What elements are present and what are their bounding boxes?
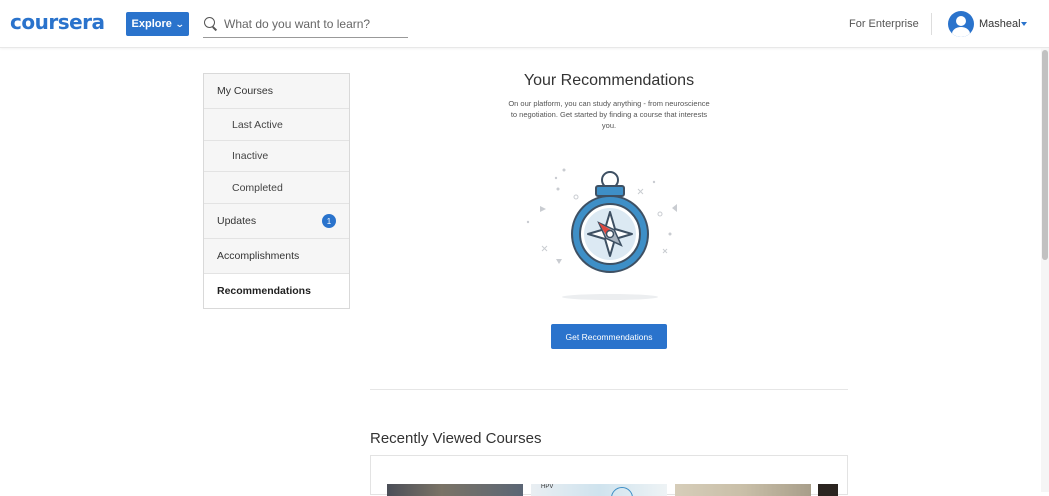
page-title: Your Recommendations	[523, 72, 695, 89]
explore-label: Explore	[131, 18, 172, 30]
avatar-icon[interactable]	[948, 11, 974, 37]
updates-count-badge: 1	[322, 214, 336, 228]
compass-icon	[526, 168, 677, 300]
page-description: On our platform, you can study anything …	[508, 99, 710, 130]
chevron-down-icon: ⌄	[174, 18, 185, 29]
course-thumbnail[interactable]	[818, 484, 838, 496]
for-enterprise-link[interactable]: For Enterprise	[849, 18, 919, 30]
scrollbar-thumb[interactable]	[1042, 50, 1048, 260]
sidebar-item-label: My Courses	[217, 85, 274, 97]
sidebar-item-accomplishments[interactable]: Accomplishments	[204, 239, 349, 274]
sidebar-item-inactive[interactable]: Inactive	[204, 141, 349, 172]
sidebar-item-updates[interactable]: Updates 1	[204, 204, 349, 239]
thumbnail-caption: HPV	[541, 484, 554, 490]
section-divider	[370, 389, 848, 390]
course-thumbnail[interactable]	[387, 484, 523, 496]
search-bar	[203, 10, 408, 38]
header-divider	[931, 13, 932, 35]
recently-viewed-heading: Recently Viewed Courses	[370, 430, 542, 447]
course-thumbnail[interactable]: HPV	[531, 484, 667, 496]
caret-down-icon[interactable]	[1021, 22, 1027, 26]
sidebar-item-last-active[interactable]: Last Active	[204, 109, 349, 141]
sidebar-item-label: Inactive	[232, 150, 269, 162]
explore-button[interactable]: Explore ⌄	[126, 12, 189, 36]
username-label[interactable]: Masheal	[979, 18, 1021, 30]
sidebar-item-label: Recommendations	[217, 285, 311, 297]
page-scrollbar[interactable]	[1041, 48, 1049, 492]
course-thumbnail[interactable]	[675, 484, 811, 496]
sidebar-item-recommendations[interactable]: Recommendations	[204, 274, 349, 308]
sidebar-item-label: Updates	[217, 215, 257, 227]
sidebar-item-label: Accomplishments	[217, 250, 300, 262]
coursera-logo[interactable]: coursera	[10, 10, 105, 34]
get-recommendations-button[interactable]: Get Recommendations	[551, 324, 667, 349]
search-icon[interactable]	[203, 16, 218, 31]
top-navbar: coursera Explore ⌄ For Enterprise Mashea…	[0, 0, 1049, 48]
sidebar-item-label: Last Active	[232, 118, 283, 131]
search-input[interactable]	[224, 16, 404, 31]
sidebar-item-my-courses[interactable]: My Courses	[204, 74, 349, 109]
sidebar-item-label: Completed	[232, 181, 283, 194]
sidebar-item-completed[interactable]: Completed	[204, 172, 349, 204]
recently-viewed-carousel: HPV	[370, 455, 848, 496]
sidebar-nav: My Courses Last Active Inactive Complete…	[203, 73, 350, 309]
